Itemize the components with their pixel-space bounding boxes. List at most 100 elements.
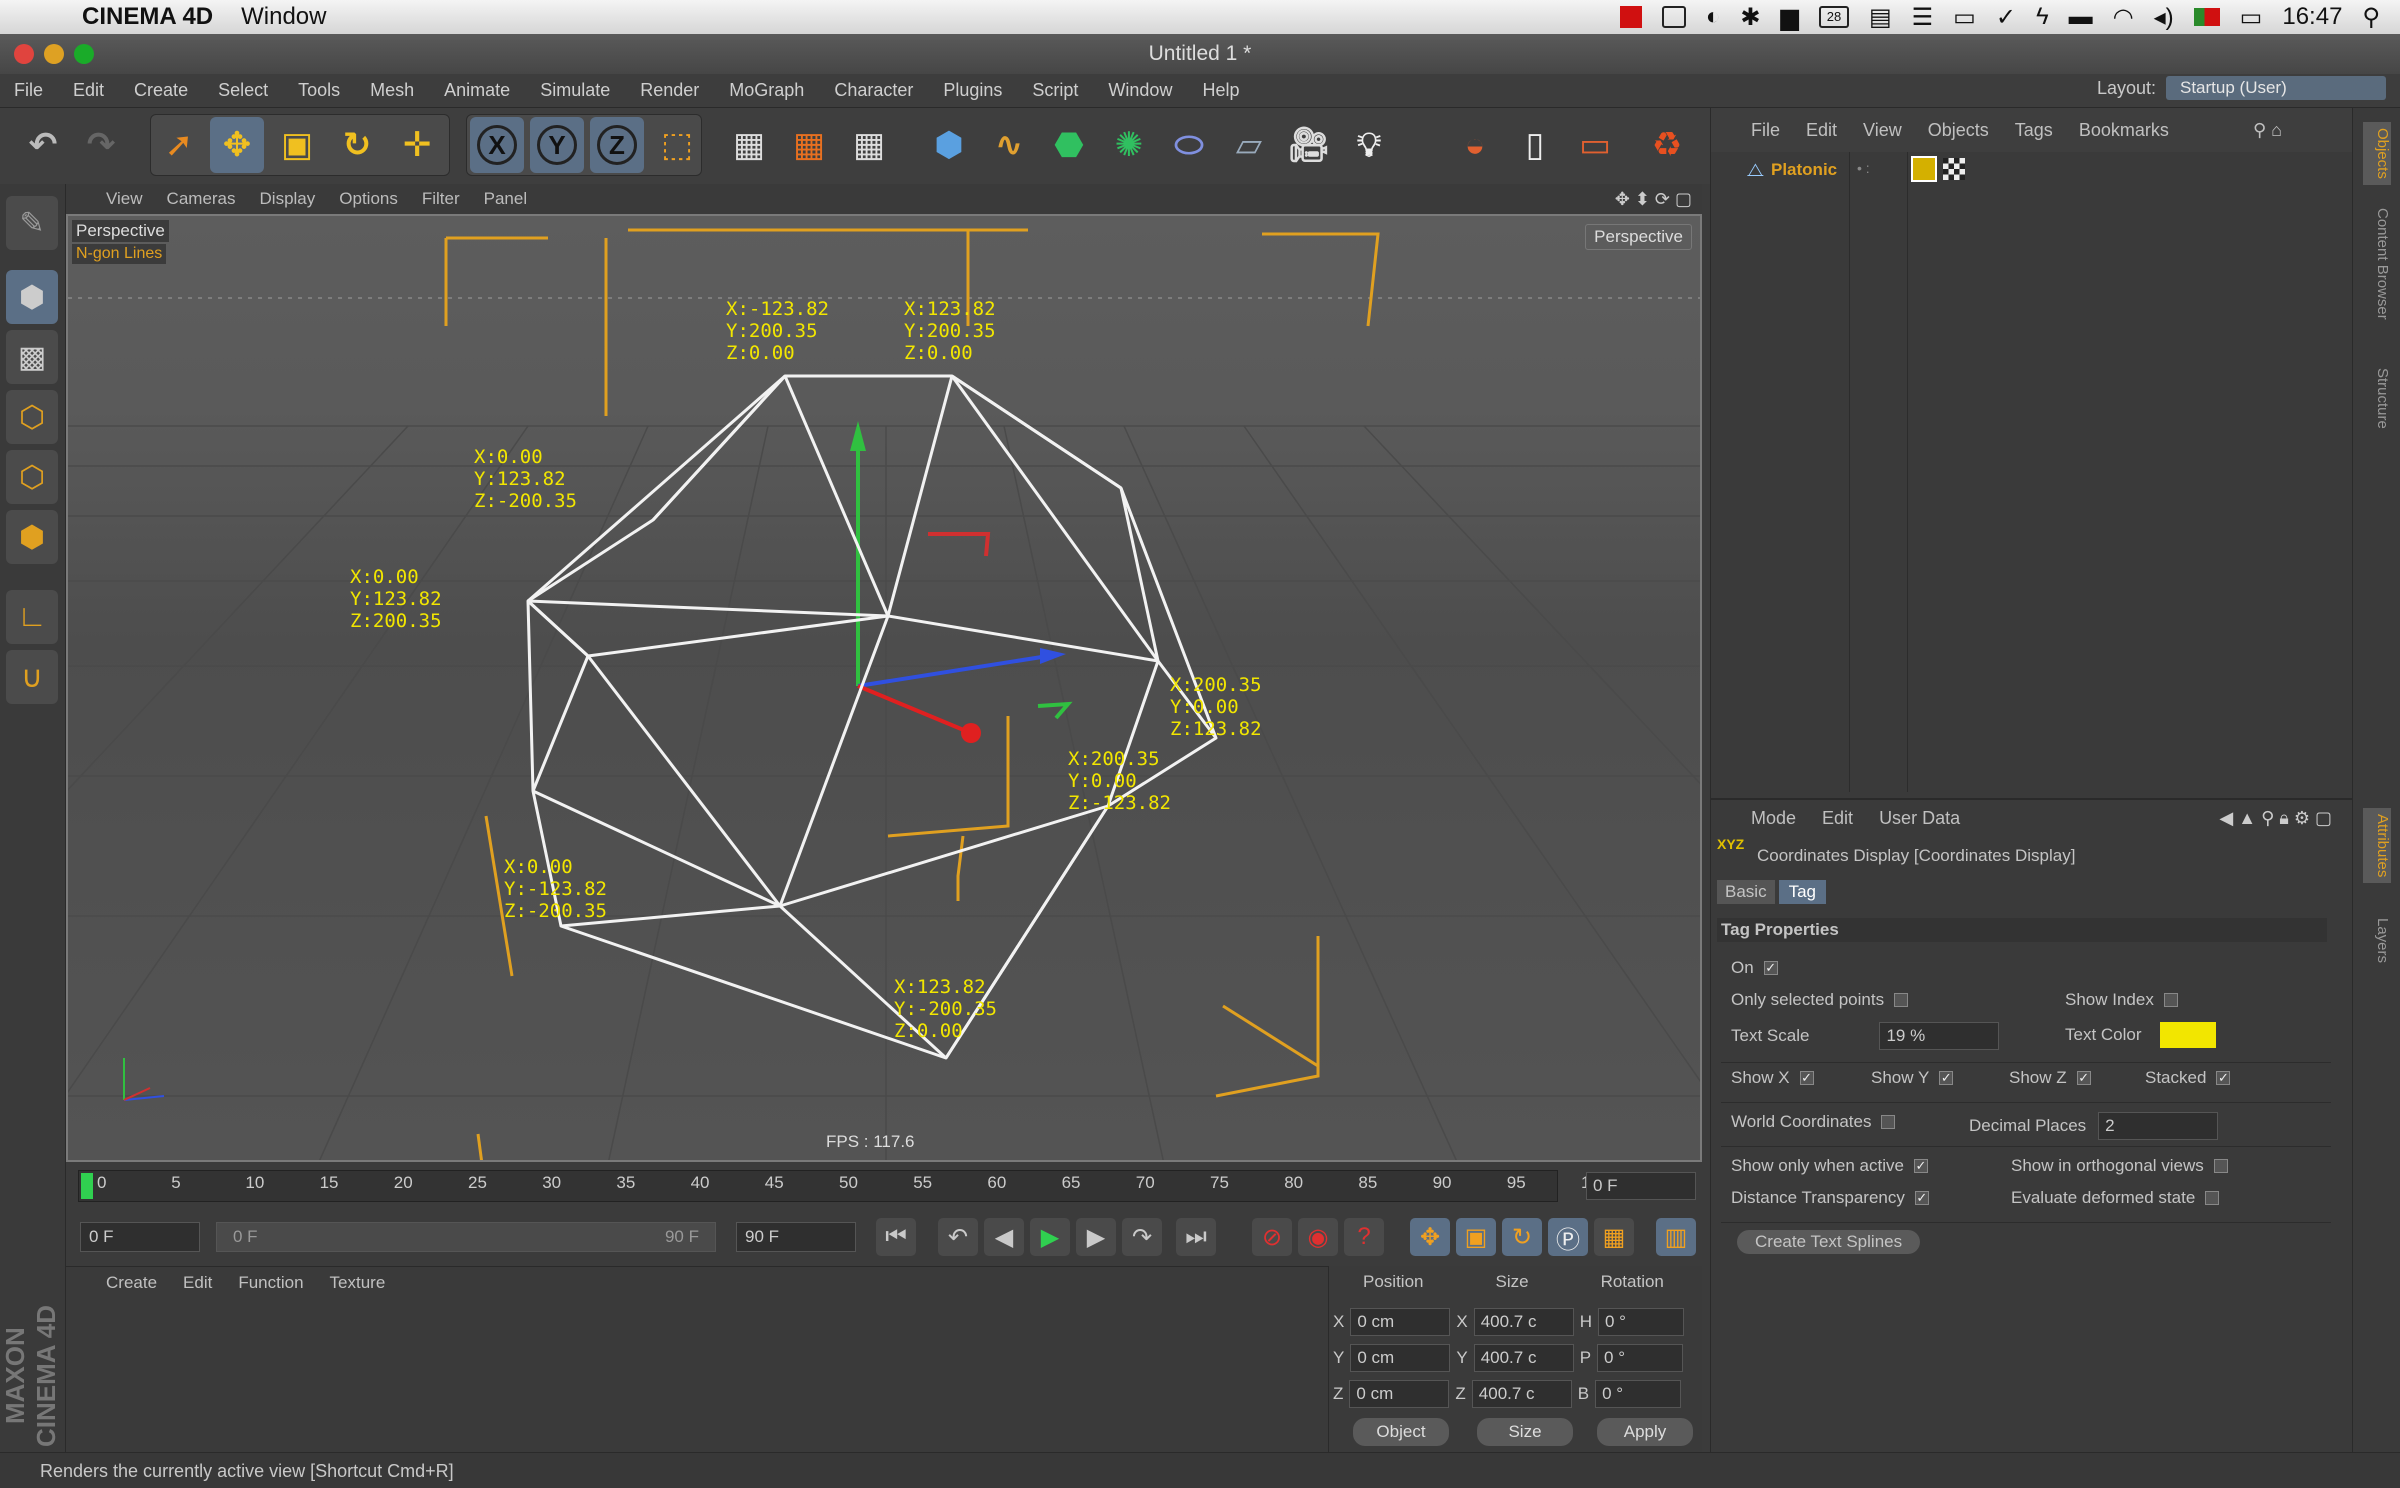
spline-icon[interactable]: ∿ [982, 117, 1036, 173]
material-menu-texture[interactable]: Texture [330, 1273, 386, 1293]
viewport-menu-view[interactable]: View [106, 189, 143, 209]
calendar-icon[interactable]: 28 [1818, 6, 1849, 28]
menu-simulate[interactable]: Simulate [540, 80, 610, 101]
viewport-menu-display[interactable]: Display [260, 189, 316, 209]
redo-icon[interactable]: ↷ [74, 117, 128, 173]
undo-icon[interactable]: ↶ [16, 117, 70, 173]
wifi-icon[interactable]: ◠ [2113, 3, 2134, 32]
mac-menu-window[interactable]: Window [241, 3, 326, 31]
stacked-checkbox[interactable]: ✓ [2216, 1071, 2231, 1085]
play-icon[interactable]: ▶ [1030, 1218, 1070, 1256]
show-ortho-checkbox[interactable] [2213, 1159, 2228, 1173]
tab-basic[interactable]: Basic [1717, 880, 1775, 904]
material-menu-edit[interactable]: Edit [183, 1273, 212, 1293]
clock[interactable]: 16:47 [2282, 3, 2342, 31]
om-menu-view[interactable]: View [1863, 120, 1902, 152]
distance-transparency-checkbox[interactable]: ✓ [1914, 1191, 1929, 1205]
battery-icon[interactable]: ▭ [2240, 3, 2263, 32]
key-scale-icon[interactable]: ▣ [1456, 1218, 1496, 1256]
am-menu-edit[interactable]: Edit [1822, 808, 1853, 829]
goto-end-icon[interactable]: ⏭ [1176, 1218, 1216, 1256]
app-menu[interactable]: CINEMA 4D [82, 3, 213, 31]
viewport-nav-icons[interactable]: ✥ ⬍ ⟳ ▢ [1615, 189, 1692, 210]
key-rotation-icon[interactable]: ↻ [1502, 1218, 1542, 1256]
layout-dropdown[interactable]: Startup (User) [2166, 76, 2386, 100]
object-mode-dropdown[interactable]: Object [1353, 1418, 1449, 1446]
menu-file[interactable]: File [14, 80, 43, 101]
viewport-menu-panel[interactable]: Panel [484, 189, 527, 209]
scale-tool-icon[interactable]: ▣ [270, 117, 324, 173]
recycle-icon[interactable]: ♻ [1640, 117, 1694, 173]
step-back-key-icon[interactable]: ↶ [938, 1218, 978, 1256]
scene-floor-icon[interactable]: ▱ [1222, 117, 1276, 173]
contrast-icon[interactable]: ◐ [1706, 3, 1721, 31]
array-icon[interactable]: ✺ [1102, 117, 1156, 173]
lock-x-button[interactable]: X [470, 117, 524, 173]
side-tab-attributes[interactable]: Attributes [2363, 808, 2391, 884]
on-checkbox[interactable]: ✓ [1763, 961, 1778, 975]
render-settings-icon[interactable]: ▦ [842, 117, 896, 173]
end-frame-field[interactable]: 90 F [736, 1222, 856, 1252]
edges-mode-icon[interactable]: ⬡ [6, 450, 58, 504]
render-picture-viewer-icon[interactable]: ▦ [782, 117, 836, 173]
minimize-window-button[interactable] [44, 44, 64, 64]
cube-icon[interactable]: ⬢ [922, 117, 976, 173]
texture-mode-icon[interactable]: ▩ [6, 330, 58, 384]
position-z-field[interactable]: 0 cm [1349, 1380, 1450, 1408]
zoom-window-button[interactable] [74, 44, 94, 64]
side-tab-content-browser[interactable]: Content Browser [2363, 208, 2391, 320]
text-scale-field[interactable]: 19 % [1879, 1022, 2000, 1050]
only-selected-checkbox[interactable] [1894, 993, 1909, 1007]
menu-mograph[interactable]: MoGraph [729, 80, 804, 101]
step-back-icon[interactable]: ◀ [984, 1218, 1024, 1256]
step-forward-icon[interactable]: ▶ [1076, 1218, 1116, 1256]
coordinate-system-icon[interactable]: ⬚ [650, 117, 704, 173]
keyframe-selection-icon[interactable]: ? [1344, 1218, 1384, 1256]
model-mode-icon[interactable]: ⬢ [6, 270, 58, 324]
world-coords-checkbox[interactable] [1881, 1115, 1896, 1129]
create-text-splines-button[interactable]: Create Text Splines [1737, 1230, 1921, 1254]
apply-button[interactable]: Apply [1597, 1418, 1693, 1446]
menu-help[interactable]: Help [1202, 80, 1239, 101]
camera-icon[interactable]: 🎥︎ [1282, 117, 1336, 173]
decimal-places-field[interactable]: 2 [2098, 1112, 2219, 1140]
menu-render[interactable]: Render [640, 80, 699, 101]
om-menu-file[interactable]: File [1751, 120, 1780, 152]
side-tab-structure[interactable]: Structure [2363, 368, 2391, 429]
checker-tag-icon[interactable] [1943, 158, 1965, 180]
show-y-checkbox[interactable]: ✓ [1939, 1071, 1954, 1085]
autokey-icon[interactable]: ◉ [1298, 1218, 1338, 1256]
live-selection-icon[interactable]: ✛ [390, 117, 444, 173]
om-search-icon[interactable]: ⚲ ⌂ [2253, 120, 2282, 141]
bluetooth-icon[interactable]: ✱ [1740, 3, 1760, 32]
size-x-field[interactable]: 400.7 c [1473, 1308, 1574, 1336]
paint-mode-icon[interactable]: ✎ [6, 196, 58, 250]
om-menu-tags[interactable]: Tags [2015, 120, 2053, 152]
menu-create[interactable]: Create [134, 80, 188, 101]
visibility-dots-icon[interactable]: • : [1857, 160, 1870, 176]
tab-tag[interactable]: Tag [1778, 880, 1826, 904]
am-menu-mode[interactable]: Mode [1751, 808, 1796, 829]
size-y-field[interactable]: 400.7 c [1473, 1344, 1574, 1372]
snap-magnet-icon[interactable]: ∪ [6, 650, 58, 704]
evaluate-deformed-checkbox[interactable] [2205, 1191, 2220, 1205]
spotlight-icon[interactable]: ⚲ [2362, 3, 2380, 32]
bolt-icon[interactable]: ϟ [2036, 3, 2049, 31]
viewport-layout-icon[interactable]: ▭ [1568, 117, 1622, 173]
record-keys-icon[interactable]: ⊘ [1252, 1218, 1292, 1256]
text-color-swatch[interactable] [2159, 1022, 2216, 1048]
size-z-field[interactable]: 400.7 c [1471, 1380, 1572, 1408]
show-z-checkbox[interactable]: ✓ [2076, 1071, 2091, 1085]
menu-edit[interactable]: Edit [73, 80, 104, 101]
position-y-field[interactable]: 0 cm [1350, 1344, 1451, 1372]
move-tool-icon[interactable]: ✥ [210, 117, 264, 173]
key-parameter-icon[interactable]: Ⓟ [1548, 1218, 1588, 1256]
am-menu-user-data[interactable]: User Data [1879, 808, 1960, 829]
render-view-icon[interactable]: ▦ [722, 117, 776, 173]
points-mode-icon[interactable]: ⬡ [6, 390, 58, 444]
drive-icon[interactable]: ▭ [1953, 3, 1976, 32]
goto-start-icon[interactable]: ⏮ [876, 1218, 916, 1256]
rotation-b-field[interactable]: 0 ° [1595, 1380, 1682, 1408]
playhead[interactable] [81, 1173, 93, 1199]
coordinates-display-tag-icon[interactable] [1911, 156, 1937, 182]
